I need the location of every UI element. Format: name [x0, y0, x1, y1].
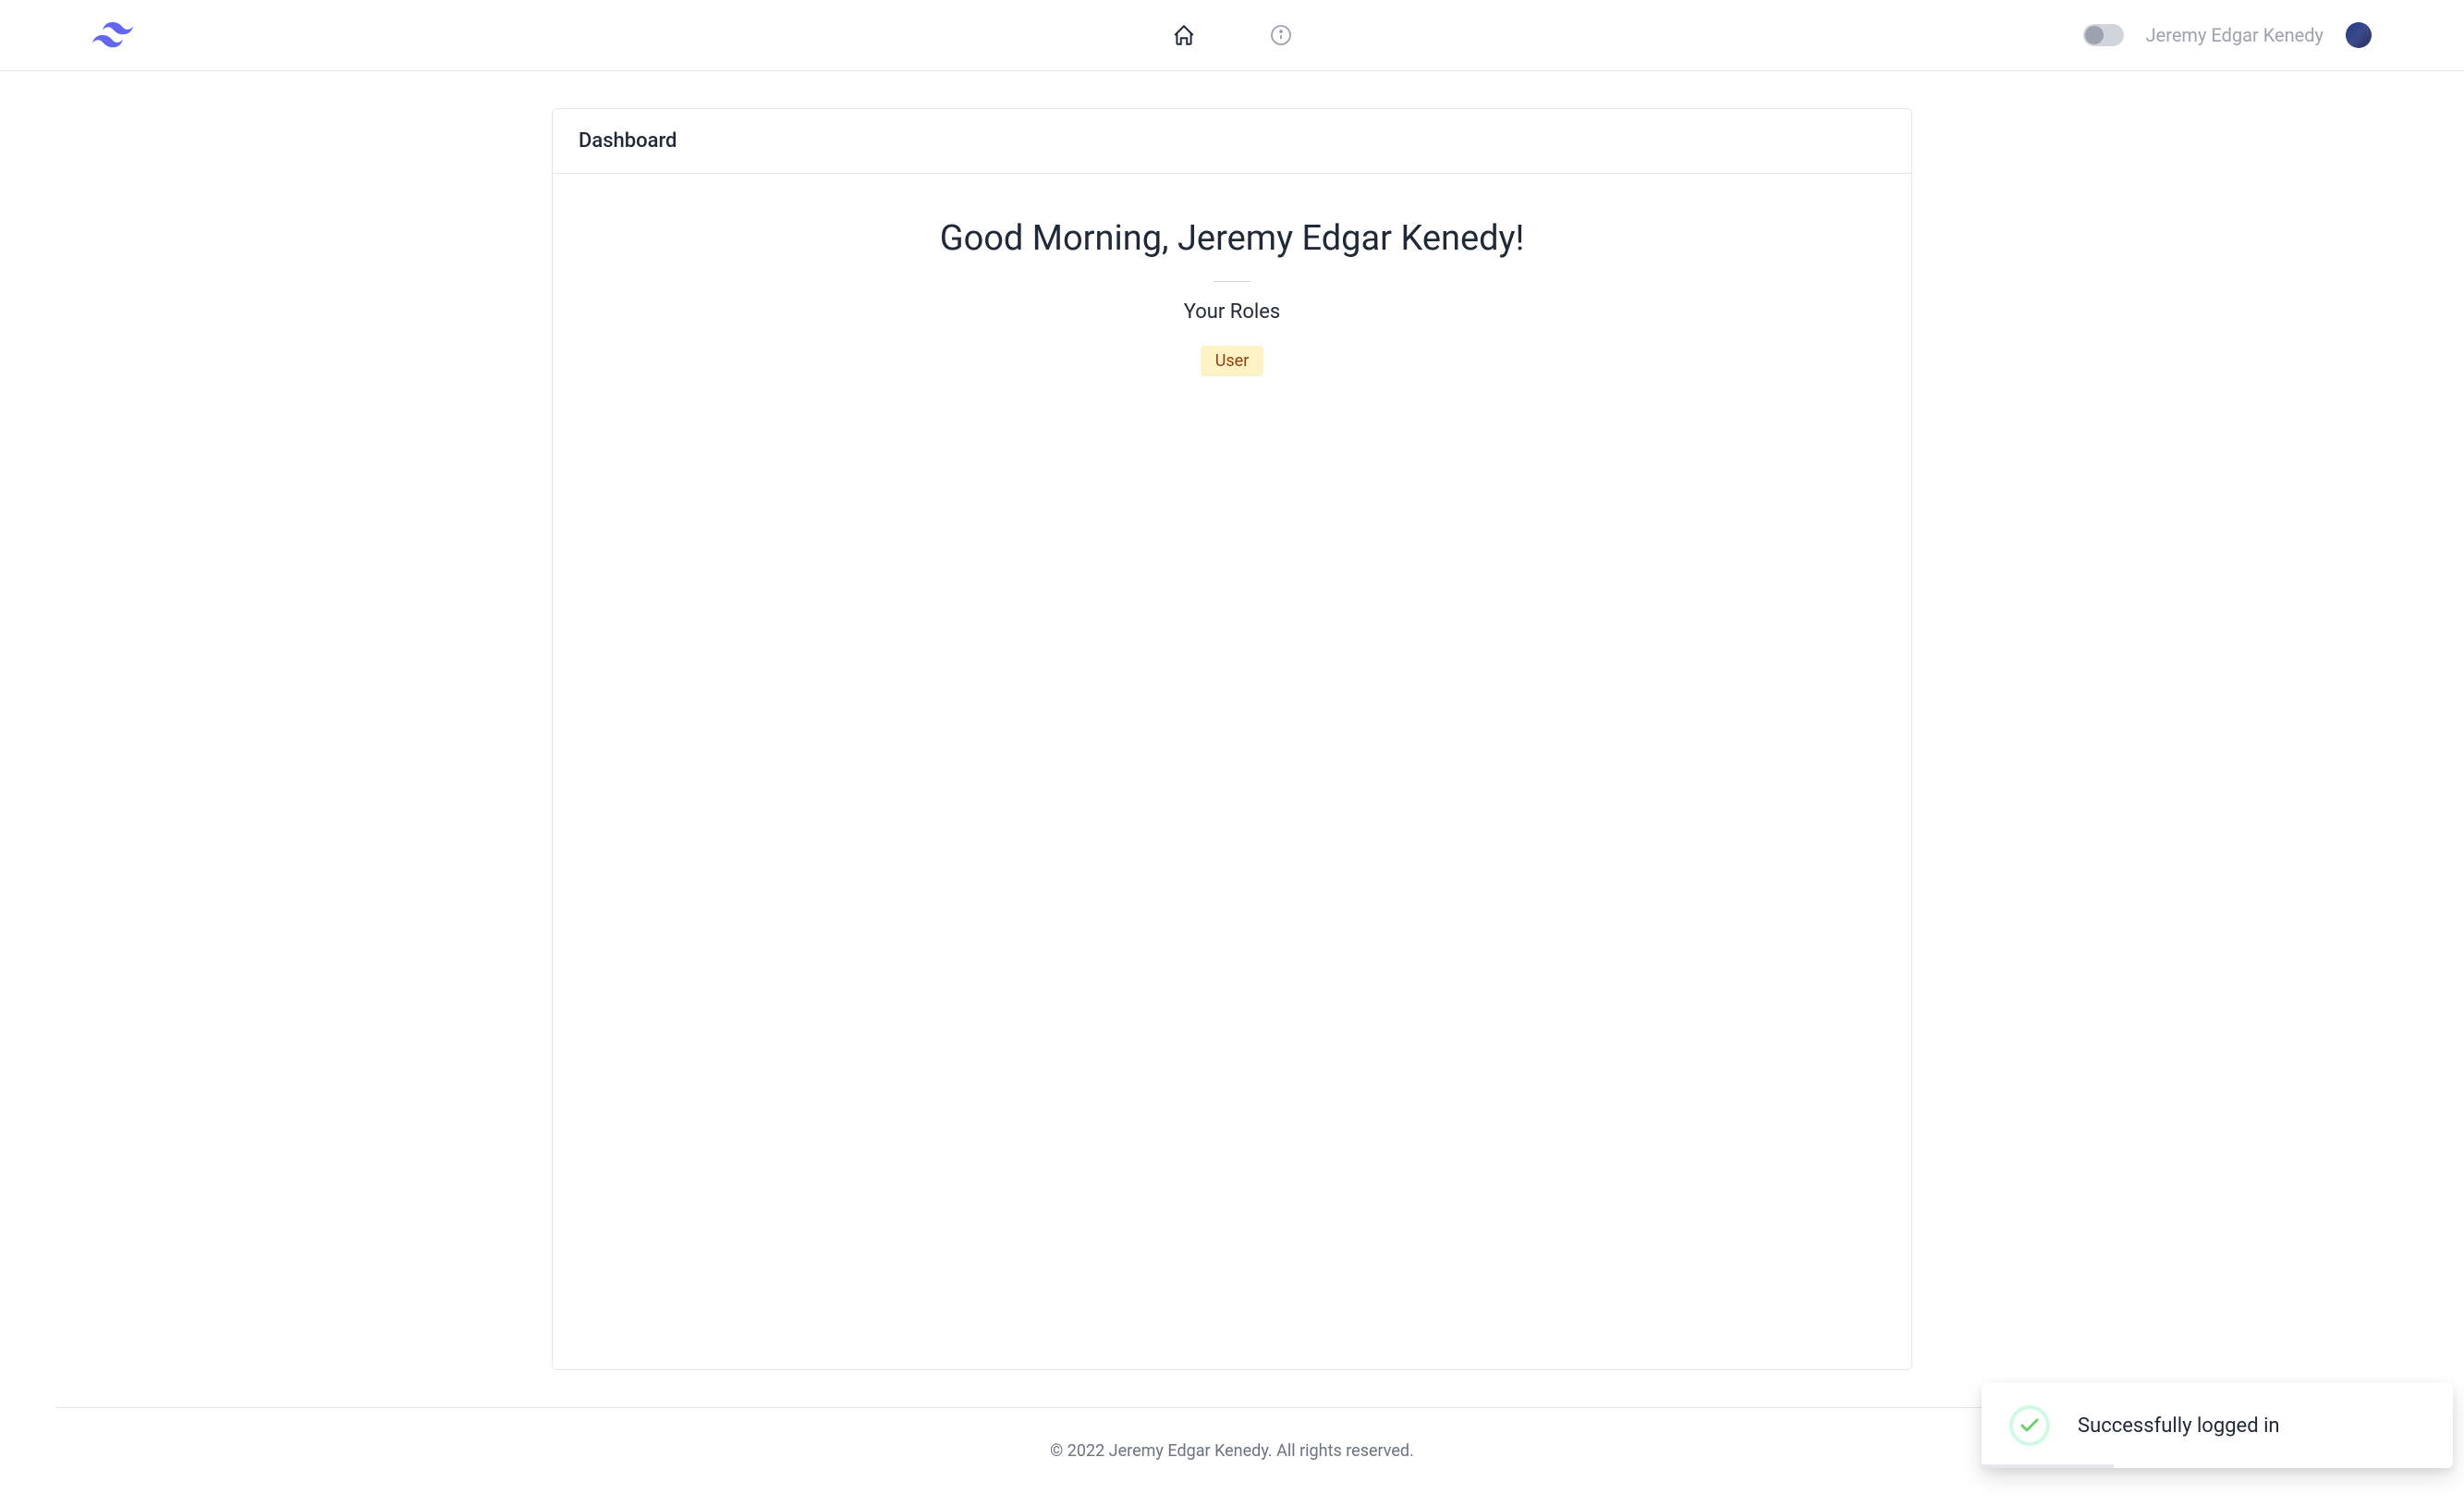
- user-name[interactable]: Jeremy Edgar Kenedy: [2146, 24, 2324, 46]
- main: Dashboard Good Morning, Jeremy Edgar Ken…: [0, 71, 2464, 1407]
- info-icon: [1270, 24, 1292, 46]
- toast-progress: [1982, 1464, 2114, 1468]
- card-header: Dashboard: [553, 109, 1911, 174]
- dashboard-card: Dashboard Good Morning, Jeremy Edgar Ken…: [552, 108, 1912, 1370]
- toast-icon-wrapper: [2009, 1405, 2050, 1446]
- divider: [1214, 281, 1250, 282]
- check-icon: [2019, 1414, 2041, 1437]
- header-right: Jeremy Edgar Kenedy: [2083, 22, 2372, 48]
- home-nav-link[interactable]: [1172, 23, 1196, 47]
- tailwind-logo-icon: [92, 22, 133, 48]
- toast-message: Successfully logged in: [2078, 1414, 2280, 1438]
- header-nav: [1172, 23, 1292, 47]
- avatar[interactable]: [2346, 22, 2372, 48]
- toggle-switch: [2085, 26, 2104, 44]
- greeting: Good Morning, Jeremy Edgar Kenedy!: [940, 218, 1525, 259]
- roles-title: Your Roles: [1184, 300, 1281, 324]
- toast: Successfully logged in: [1982, 1383, 2453, 1468]
- logo[interactable]: [92, 22, 133, 48]
- header: Jeremy Edgar Kenedy: [0, 0, 2464, 71]
- header-left: [92, 22, 133, 48]
- card-title: Dashboard: [579, 129, 1885, 153]
- card-body: Good Morning, Jeremy Edgar Kenedy! Your …: [553, 174, 1911, 432]
- theme-toggle[interactable]: [2083, 24, 2124, 46]
- home-icon: [1172, 23, 1196, 47]
- role-badge: User: [1201, 346, 1264, 376]
- info-nav-link[interactable]: [1270, 24, 1292, 46]
